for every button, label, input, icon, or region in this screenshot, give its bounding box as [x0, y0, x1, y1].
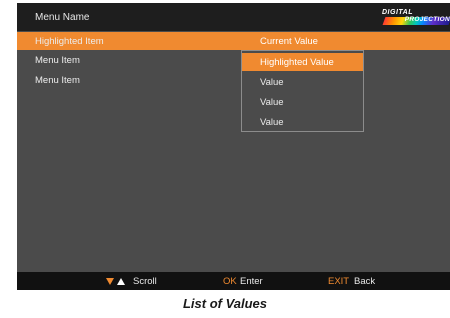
figure-caption: List of Values: [182, 296, 268, 311]
dropdown-option-highlighted[interactable]: Highlighted Value: [242, 53, 363, 71]
ok-key-label: OK: [223, 276, 237, 287]
exit-key-label: EXIT: [328, 276, 350, 287]
dropdown-option-label: Highlighted Value: [260, 57, 334, 68]
osd-menu-panel: Menu Name DIGITAL PROJECTION Highlighted…: [17, 3, 450, 290]
dropdown-option-label: Value: [260, 77, 284, 88]
menu-item[interactable]: Menu Item: [17, 71, 450, 89]
logo-text-projection: PROJECTION: [404, 16, 450, 23]
up-down-arrows-icon: [106, 278, 125, 285]
scroll-hint-label: Scroll: [133, 276, 157, 287]
menu-item-highlighted[interactable]: Highlighted Item Current Value: [17, 32, 450, 50]
logo-text-digital: DIGITAL: [382, 9, 413, 16]
menu-name-title: Menu Name: [35, 12, 90, 23]
footer-hint-bar: Scroll OK Enter EXIT Back: [17, 272, 450, 290]
menu-item-label: Highlighted Item: [35, 36, 104, 47]
dropdown-option[interactable]: Value: [242, 73, 363, 91]
dropdown-option-label: Value: [260, 97, 284, 108]
menu-item-label: Menu Item: [35, 75, 80, 86]
back-hint-label: Back: [354, 276, 376, 287]
menu-item-label: Menu Item: [35, 55, 80, 66]
value-dropdown-list[interactable]: Highlighted Value Value Value Value: [241, 50, 364, 132]
dropdown-option[interactable]: Value: [242, 113, 363, 131]
title-bar: Menu Name DIGITAL PROJECTION: [17, 3, 450, 31]
dropdown-option-label: Value: [260, 117, 284, 128]
enter-hint-label: Enter: [240, 276, 263, 287]
menu-item-current-value: Current Value: [260, 36, 318, 47]
dropdown-option[interactable]: Value: [242, 93, 363, 111]
menu-item[interactable]: Menu Item: [17, 51, 450, 69]
digital-projection-logo: DIGITAL PROJECTION: [382, 9, 450, 25]
